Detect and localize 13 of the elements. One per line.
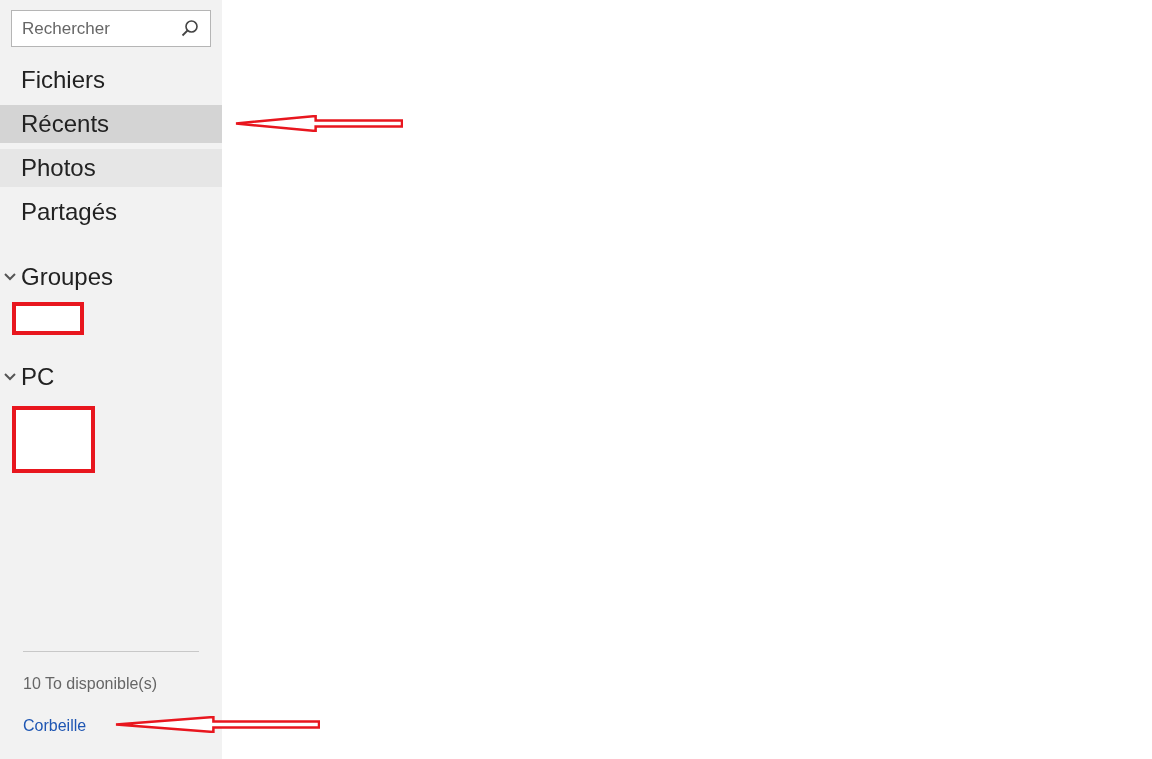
nav-item[interactable]: Partagés [0, 193, 222, 231]
nav-item[interactable]: Fichiers [0, 61, 222, 99]
section-header[interactable]: Groupes [21, 259, 114, 295]
chevron-icon[interactable] [3, 372, 17, 382]
search-icon[interactable] [181, 19, 199, 37]
storage-text: 10 To disponible(s) [22, 674, 158, 694]
redaction-box [12, 302, 84, 335]
nav-item[interactable]: Récents [0, 105, 222, 143]
chevron-icon[interactable] [3, 272, 17, 282]
trash-link[interactable]: Corbeille [23, 717, 87, 734]
nav-item[interactable]: Photos [0, 149, 222, 187]
section-header[interactable]: PC [21, 359, 55, 395]
search-field[interactable]: Rechercher [11, 10, 211, 47]
